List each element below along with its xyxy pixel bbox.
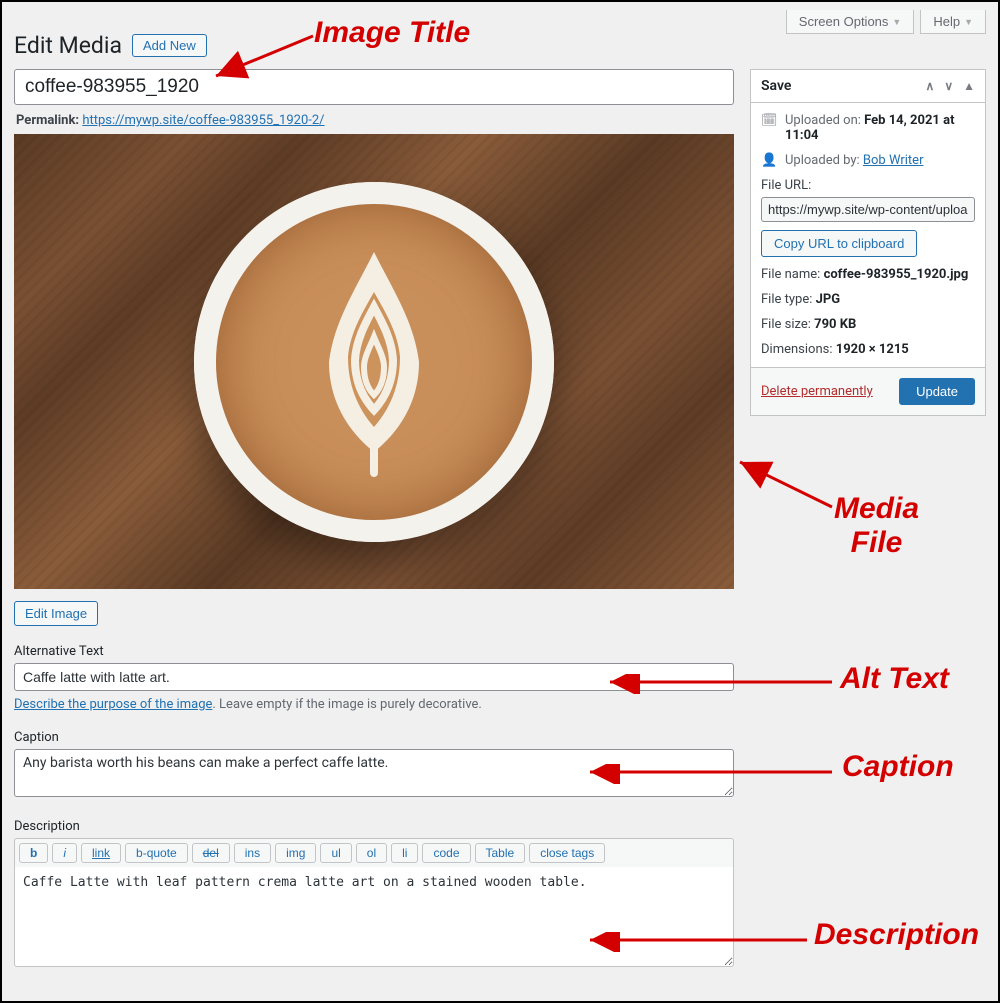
- permalink-row: Permalink: https://mywp.site/coffee-9839…: [16, 113, 732, 128]
- screen-options-button[interactable]: Screen Options▼: [786, 10, 915, 34]
- move-up-icon[interactable]: ∧: [926, 79, 935, 93]
- calendar-icon: 🗓: [761, 113, 777, 128]
- collapse-icon[interactable]: ▲: [963, 79, 975, 93]
- chevron-down-icon: ▼: [892, 17, 901, 27]
- quicktag-i[interactable]: i: [52, 843, 77, 863]
- quicktag-b-quote[interactable]: b-quote: [125, 843, 188, 863]
- save-panel: Save ∧ ∨ ▲ 🗓 Uploaded on: Feb 14, 2021 a…: [750, 69, 986, 416]
- media-preview-image[interactable]: [14, 134, 734, 589]
- quicktag-del[interactable]: del: [192, 843, 230, 863]
- description-label: Description: [14, 819, 734, 834]
- file-url-label: File URL:: [761, 178, 811, 193]
- page-title: Edit Media: [14, 32, 122, 59]
- move-down-icon[interactable]: ∨: [944, 79, 953, 93]
- alt-help-link[interactable]: Describe the purpose of the image: [14, 697, 212, 712]
- copy-url-button[interactable]: Copy URL to clipboard: [761, 230, 917, 257]
- media-title-input[interactable]: [14, 69, 734, 105]
- permalink-link[interactable]: https://mywp.site/coffee-983955_1920-2/: [82, 113, 324, 128]
- quicktag-close-tags[interactable]: close tags: [529, 843, 605, 863]
- quicktag-ol[interactable]: ol: [356, 843, 387, 863]
- edit-image-button[interactable]: Edit Image: [14, 601, 98, 626]
- user-icon: 👤: [761, 153, 777, 168]
- update-button[interactable]: Update: [899, 378, 975, 405]
- quicktag-img[interactable]: img: [275, 843, 316, 863]
- file-url-input[interactable]: [761, 197, 975, 222]
- add-new-button[interactable]: Add New: [132, 34, 207, 57]
- author-link[interactable]: Bob Writer: [863, 153, 924, 168]
- caption-textarea[interactable]: Any barista worth his beans can make a p…: [14, 749, 734, 797]
- quicktag-code[interactable]: code: [422, 843, 470, 863]
- quicktag-li[interactable]: li: [391, 843, 418, 863]
- quicktag-ins[interactable]: ins: [234, 843, 271, 863]
- quicktag-link[interactable]: link: [81, 843, 121, 863]
- delete-permanently-link[interactable]: Delete permanently: [761, 384, 873, 399]
- alt-help-text: Describe the purpose of the image. Leave…: [14, 697, 734, 712]
- chevron-down-icon: ▼: [964, 17, 973, 27]
- alt-text-label: Alternative Text: [14, 644, 734, 659]
- quicktag-ul[interactable]: ul: [320, 843, 351, 863]
- help-button[interactable]: Help▼: [920, 10, 986, 34]
- quicktag-b[interactable]: b: [19, 843, 48, 863]
- quicktag-Table[interactable]: Table: [475, 843, 526, 863]
- save-panel-title: Save: [761, 78, 791, 94]
- description-textarea[interactable]: Caffe Latte with leaf pattern crema latt…: [14, 867, 734, 967]
- caption-label: Caption: [14, 730, 734, 745]
- alt-text-input[interactable]: [14, 663, 734, 691]
